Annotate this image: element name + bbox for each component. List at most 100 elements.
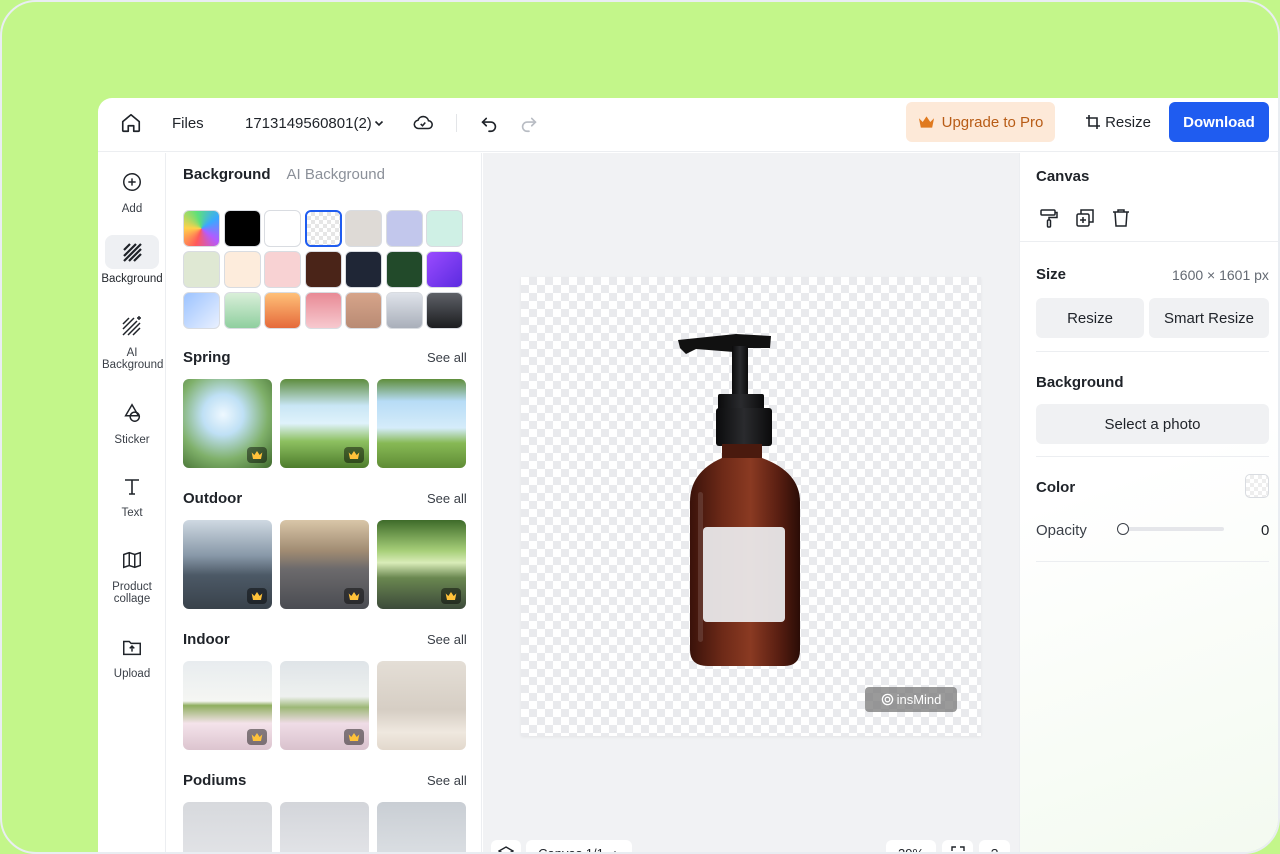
cloud-sync-icon[interactable]	[412, 112, 434, 134]
podiums-thumbs	[183, 802, 466, 852]
spring-thumbs	[183, 379, 466, 468]
swatch-dark-gradient[interactable]	[426, 292, 463, 329]
see-all-spring[interactable]: See all	[427, 350, 467, 365]
swatch-purple[interactable]	[426, 251, 463, 288]
swatch-pink-gradient[interactable]	[304, 292, 342, 329]
files-link[interactable]: Files	[172, 115, 204, 132]
tool-rail: Add Background AI Background Sticker Tex…	[98, 153, 166, 852]
watermark-text: insMind	[896, 692, 942, 707]
paint-roller-icon[interactable]	[1038, 207, 1060, 229]
swatch-white[interactable]	[264, 210, 301, 247]
resize-button[interactable]: Resize	[1074, 102, 1162, 142]
opacity-slider-track[interactable]	[1120, 527, 1224, 531]
artboard[interactable]: insMind	[521, 277, 981, 736]
help-text: ?	[990, 845, 999, 854]
see-all-outdoor[interactable]: See all	[427, 491, 467, 506]
swatch-mint[interactable]	[426, 210, 463, 247]
divider	[1036, 351, 1269, 352]
outdoor-thumb-1[interactable]	[183, 520, 272, 609]
opacity-value: 0	[1261, 522, 1270, 539]
plus-circle-icon	[123, 173, 141, 191]
rail-item-product-collage[interactable]: Product collage	[98, 543, 166, 605]
swatch-cream[interactable]	[223, 251, 261, 288]
layers-button[interactable]	[491, 840, 521, 852]
fit-screen-button[interactable]	[942, 840, 973, 852]
swatch-lavender[interactable]	[385, 210, 423, 247]
color-picker-swatch[interactable]	[1245, 474, 1269, 498]
swatch-orange-gradient[interactable]	[264, 292, 301, 329]
tab-background[interactable]: Background	[183, 166, 271, 183]
podiums-thumb-2[interactable]	[280, 802, 369, 852]
swatch-black[interactable]	[223, 210, 261, 247]
outdoor-thumb-3[interactable]	[377, 520, 466, 609]
zoom-control[interactable]: 29%	[886, 840, 936, 854]
rail-item-upload[interactable]: Upload	[98, 630, 166, 680]
podiums-thumb-3[interactable]	[377, 802, 466, 852]
select-photo-button[interactable]: Select a photo	[1036, 404, 1269, 444]
see-all-podiums[interactable]: See all	[427, 773, 467, 788]
swatch-sage[interactable]	[183, 251, 220, 288]
undo-icon[interactable]	[478, 112, 500, 134]
rail-item-label: Text	[121, 507, 143, 519]
see-all-indoor[interactable]: See all	[427, 632, 467, 647]
panel-tabs: Background AI Background	[183, 166, 385, 183]
indoor-thumb-2[interactable]	[280, 661, 369, 750]
divider	[1036, 561, 1269, 562]
home-icon[interactable]	[120, 112, 142, 134]
canvas-workspace: insMind Canvas 1/1 29% ?	[483, 153, 1019, 854]
swatch-stone[interactable]	[345, 210, 382, 247]
section-title-indoor: Indoor	[183, 631, 230, 648]
swatch-tan-gradient[interactable]	[345, 292, 382, 329]
swatch-gray-gradient[interactable]	[385, 292, 423, 329]
background-label: Background	[1036, 374, 1124, 391]
trash-icon[interactable]	[1110, 207, 1132, 229]
divider	[1020, 241, 1278, 242]
swatch-brown[interactable]	[304, 251, 342, 288]
rail-item-ai-background[interactable]: AI Background	[98, 309, 166, 371]
section-title-spring: Spring	[183, 349, 231, 366]
indoor-thumbs	[183, 661, 466, 750]
canvas-title: Canvas	[1036, 168, 1090, 185]
swatch-blush[interactable]	[264, 251, 301, 288]
rail-item-background[interactable]: Background	[98, 235, 166, 285]
tab-ai-background[interactable]: AI Background	[287, 166, 385, 183]
swatch-blue-gradient[interactable]	[183, 292, 220, 329]
swatch-green-gradient[interactable]	[223, 292, 261, 329]
swatch-transparent[interactable]	[304, 210, 342, 247]
spring-thumb-1[interactable]	[183, 379, 272, 468]
redo-icon[interactable]	[518, 112, 540, 134]
smart-resize-button[interactable]: Smart Resize	[1149, 298, 1269, 338]
download-button[interactable]: Download	[1169, 102, 1269, 142]
product-bottle-image[interactable]	[676, 332, 806, 672]
resize-canvas-button[interactable]: Resize	[1036, 298, 1144, 338]
opacity-slider-knob[interactable]	[1117, 523, 1129, 535]
section-title-podiums: Podiums	[183, 772, 247, 789]
swatch-forest[interactable]	[385, 251, 423, 288]
help-button[interactable]: ?	[979, 840, 1010, 854]
chevron-down-icon[interactable]	[372, 116, 386, 130]
zoom-value: 29%	[897, 845, 925, 854]
indoor-thumb-1[interactable]	[183, 661, 272, 750]
premium-crown-icon	[344, 447, 364, 463]
rail-item-text[interactable]: Text	[98, 469, 166, 519]
indoor-thumb-3[interactable]	[377, 661, 466, 750]
spring-thumb-2[interactable]	[280, 379, 369, 468]
fit-screen-icon	[950, 846, 965, 851]
rail-item-label: Sticker	[114, 434, 150, 446]
outdoor-thumb-2[interactable]	[280, 520, 369, 609]
rail-item-add[interactable]: Add	[98, 165, 166, 215]
file-name[interactable]: 1713149560801(2)	[245, 115, 372, 132]
premium-crown-icon	[344, 588, 364, 604]
spring-thumb-3[interactable]	[377, 379, 466, 468]
podiums-thumb-1[interactable]	[183, 802, 272, 852]
upgrade-button[interactable]: Upgrade to Pro	[906, 102, 1055, 142]
swatch-rainbow[interactable]	[183, 210, 220, 247]
swatch-navy[interactable]	[345, 251, 382, 288]
duplicate-icon[interactable]	[1074, 207, 1096, 229]
map-icon	[123, 551, 141, 569]
opacity-label: Opacity	[1036, 522, 1087, 539]
layers-icon	[498, 846, 514, 852]
page-selector[interactable]: Canvas 1/1	[526, 840, 632, 852]
rail-item-sticker[interactable]: Sticker	[98, 396, 166, 446]
insmind-logo-icon	[881, 693, 893, 706]
